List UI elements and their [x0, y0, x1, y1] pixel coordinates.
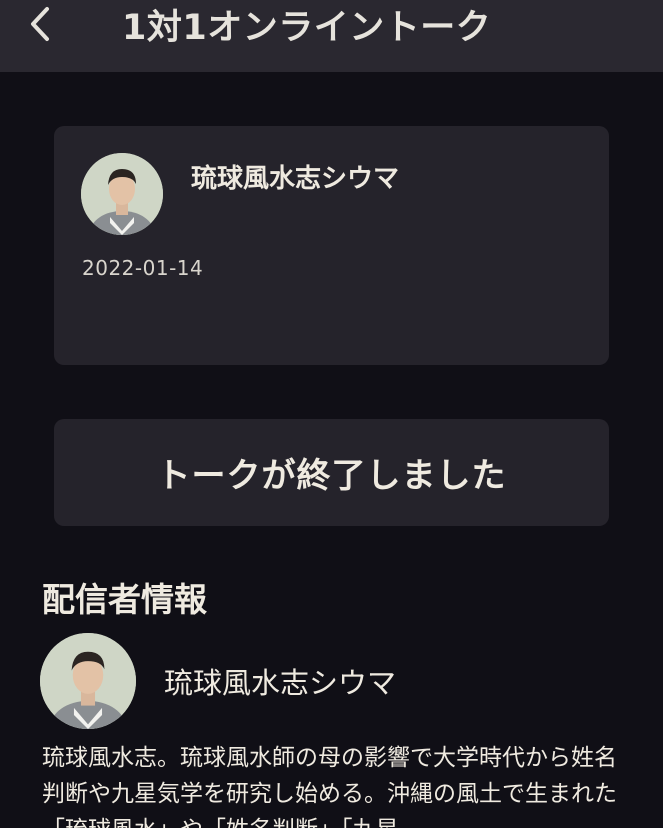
page-title: 1対1オンライントーク — [122, 7, 492, 48]
host-avatar — [81, 153, 163, 235]
back-button[interactable] — [18, 2, 62, 46]
host-bio: 琉球風水志。琉球風水師の母の影響で大学時代から姓名判断や九星気学を研究し始める。… — [42, 745, 617, 828]
talk-ended-button[interactable]: トークが終了しました — [54, 419, 609, 526]
host-info-avatar — [40, 633, 136, 729]
talk-info-card: 琉球風水志シウマ 2022-01-14 — [54, 126, 609, 365]
host-name: 琉球風水志シウマ — [191, 164, 400, 194]
host-info-heading: 配信者情報 — [42, 580, 207, 619]
talk-page: 1対1オンライントーク 琉球風水志シウマ 2022-01-14 トークが終了しま… — [0, 0, 663, 828]
chevron-left-icon — [31, 7, 49, 41]
talk-date: 2022-01-14 — [82, 256, 204, 280]
top-bar: 1対1オンライントーク — [0, 0, 663, 72]
host-info-name: 琉球風水志シウマ — [164, 666, 397, 700]
